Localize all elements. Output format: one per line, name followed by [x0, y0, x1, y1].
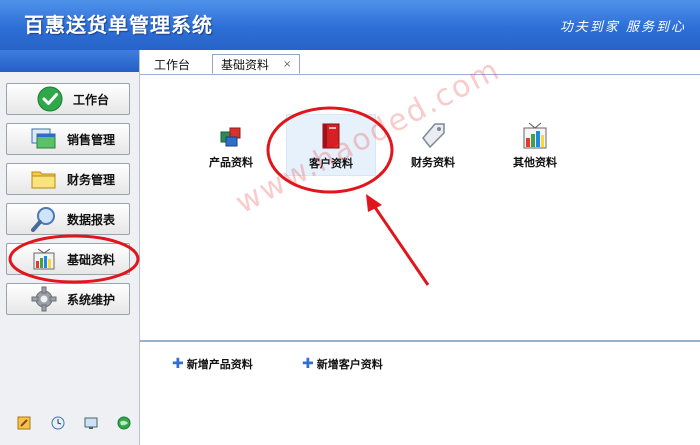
tool-finance-data[interactable]: 财务资料	[388, 120, 478, 182]
edit-icon[interactable]	[17, 416, 31, 430]
sidebar-item-label: 系统维护	[67, 292, 116, 307]
chart-icon	[29, 246, 59, 272]
globe-icon[interactable]	[117, 416, 131, 430]
window-icon	[29, 126, 59, 152]
sidebar-item-finance[interactable]: 财务管理	[6, 163, 130, 195]
chart-icon	[519, 120, 551, 150]
monitor-icon[interactable]	[84, 416, 98, 430]
annotation-arrowhead	[366, 194, 382, 212]
app-title: 百惠送货单管理系统	[24, 13, 213, 37]
app-header: 百惠送货单管理系统 功夫到家 服务到心	[0, 0, 700, 50]
section-divider	[140, 340, 700, 342]
price-tag-icon	[417, 120, 449, 150]
sidebar-item-label: 数据报表	[67, 212, 116, 227]
magnifier-icon	[29, 206, 59, 232]
sidebar-item-sales[interactable]: 销售管理	[6, 123, 130, 155]
tab-label: 工作台	[154, 57, 191, 72]
sidebar-item-system[interactable]: 系统维护	[6, 283, 130, 315]
tab-basic-data[interactable]: 基础资料 ×	[212, 54, 301, 74]
tool-label: 客户资料	[309, 157, 353, 170]
quick-action-label: 新增产品资料	[186, 358, 253, 371]
tab-bar: 工作台 基础资料 ×	[140, 50, 700, 75]
tab-workbench[interactable]: 工作台	[146, 54, 198, 74]
tool-product-data[interactable]: 产品资料	[186, 120, 276, 182]
app-slogan: 功夫到家 服务到心	[559, 20, 686, 35]
tool-label: 其他资料	[513, 156, 557, 169]
sidebar-item-basic-data[interactable]: 基础资料	[6, 243, 130, 275]
check-icon	[35, 86, 65, 112]
sidebar-item-label: 财务管理	[67, 172, 116, 187]
tool-other-data[interactable]: 其他资料	[490, 120, 580, 182]
clock-icon[interactable]	[51, 416, 65, 430]
tool-label: 产品资料	[209, 156, 253, 169]
quick-add-product[interactable]: ✚ 新增产品资料	[172, 356, 253, 372]
sidebar-item-reports[interactable]: 数据报表	[6, 203, 130, 235]
tool-label: 财务资料	[411, 156, 455, 169]
sidebar-item-label: 销售管理	[67, 132, 116, 147]
gear-icon	[29, 286, 59, 312]
sidebar-item-label: 基础资料	[67, 252, 116, 267]
plus-icon: ✚	[172, 356, 184, 372]
tab-label: 基础资料	[221, 57, 270, 72]
sidebar-bottom-toolbar	[0, 416, 139, 436]
plus-icon: ✚	[302, 356, 314, 372]
tab-close-icon[interactable]: ×	[283, 59, 291, 70]
red-book-icon	[315, 121, 347, 151]
quick-add-customer[interactable]: ✚ 新增客户资料	[302, 356, 383, 372]
sidebar: 工作台 销售管理 财务管理 数据报表 基础资料 系统维护	[0, 50, 140, 445]
annotation-arrow	[368, 199, 430, 286]
cubes-icon	[215, 120, 247, 150]
folder-icon	[29, 166, 59, 192]
quick-action-label: 新增客户资料	[316, 358, 383, 371]
sidebar-item-label: 工作台	[73, 92, 110, 107]
sidebar-item-workbench[interactable]: 工作台	[6, 83, 130, 115]
tool-customer-data[interactable]: 客户资料	[286, 114, 376, 176]
sidebar-header-bar	[0, 50, 139, 72]
